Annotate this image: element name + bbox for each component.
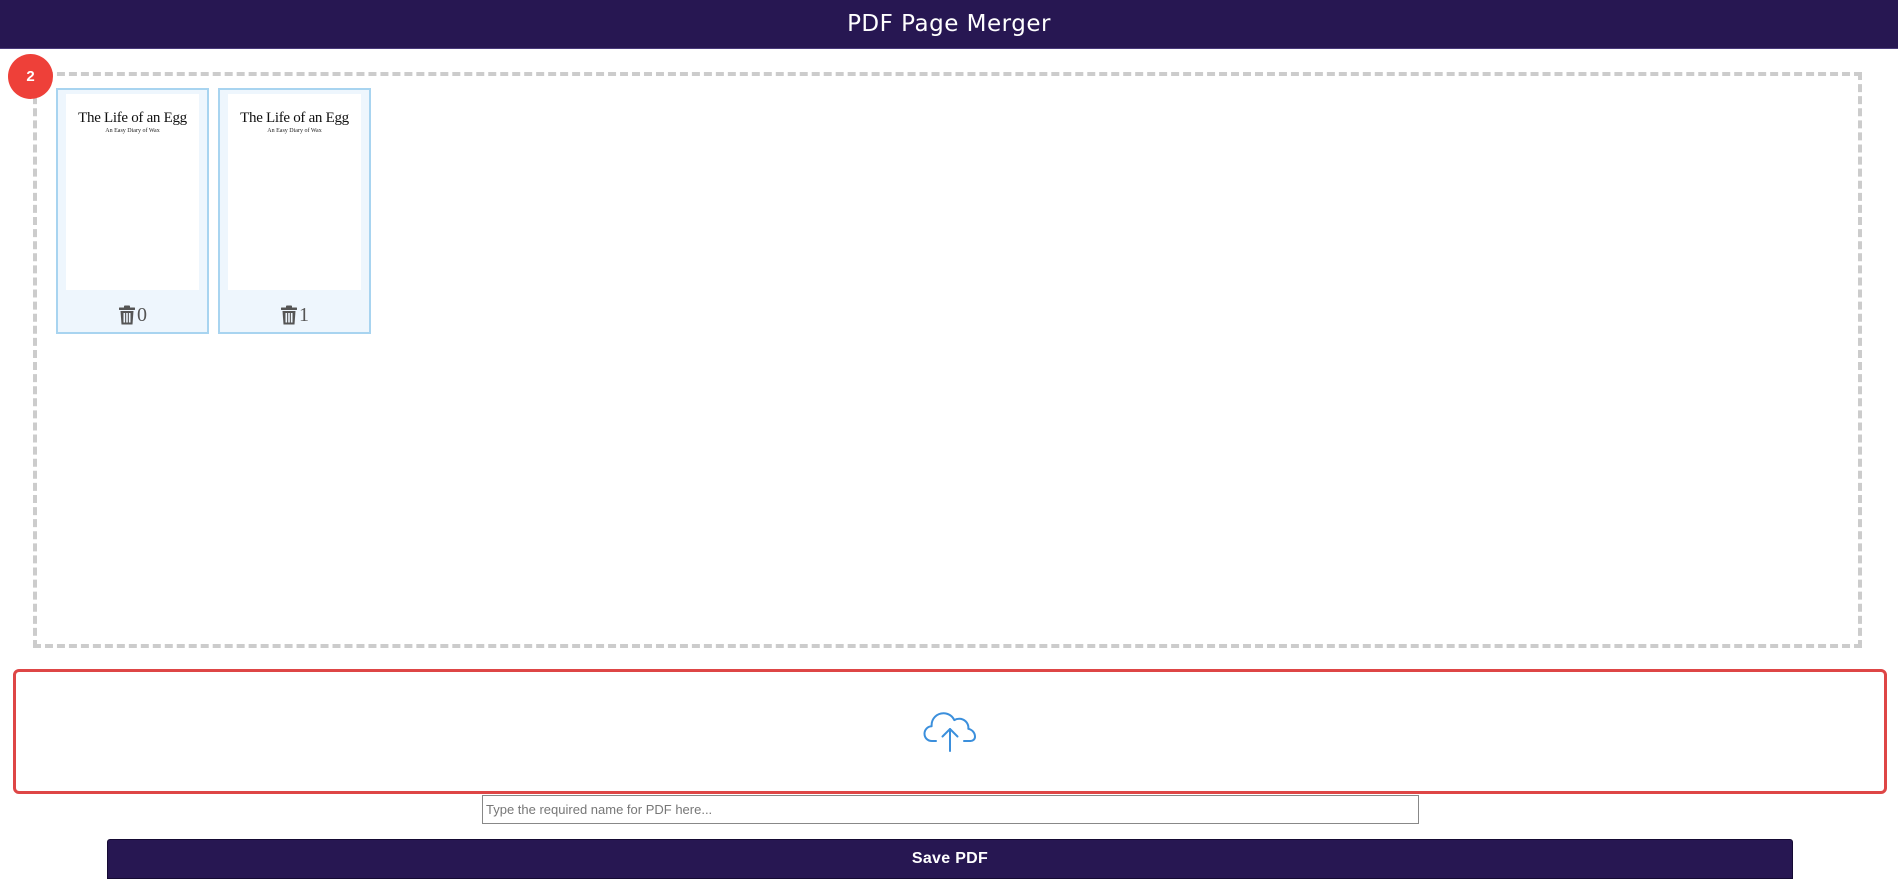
thumbnail-title: The Life of an Egg [78, 110, 187, 126]
page-thumbnail[interactable]: The Life of an Egg An Easy Diary of Wax [228, 94, 361, 290]
page-card-footer: 0 [58, 300, 207, 330]
thumbnail-title: The Life of an Egg [240, 110, 349, 126]
thumbnail-subtitle: An Easy Diary of Wax [267, 128, 322, 134]
page-card[interactable]: The Life of an Egg An Easy Diary of Wax … [218, 88, 371, 334]
save-pdf-button[interactable]: Save PDF [107, 839, 1793, 879]
page-count: 2 [26, 68, 35, 85]
page-card[interactable]: The Life of an Egg An Easy Diary of Wax … [56, 88, 209, 334]
page-card-footer: 1 [220, 300, 369, 330]
app-title: PDF Page Merger [847, 11, 1051, 37]
page-thumbnail[interactable]: The Life of an Egg An Easy Diary of Wax [66, 94, 199, 290]
cloud-upload-icon[interactable] [923, 708, 977, 752]
file-upload-zone[interactable] [13, 669, 1887, 794]
app-header: PDF Page Merger [0, 0, 1898, 49]
trash-icon[interactable] [280, 305, 298, 325]
trash-icon[interactable] [118, 305, 136, 325]
page-count-badge: 2 [8, 54, 53, 99]
pdf-name-input[interactable] [482, 795, 1419, 824]
thumbnail-subtitle: An Easy Diary of Wax [105, 128, 160, 134]
page-number: 0 [137, 303, 147, 326]
page-number: 1 [299, 303, 309, 326]
